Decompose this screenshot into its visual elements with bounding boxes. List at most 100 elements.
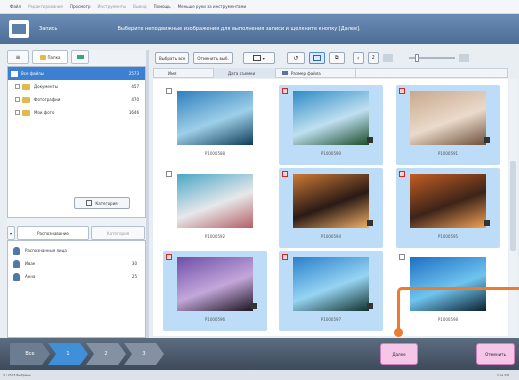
left-tab-row: ≡ Папка: [7, 50, 146, 66]
tree-item[interactable]: Мои фото 1646: [8, 106, 145, 119]
thumbnail-view-button[interactable]: [308, 52, 325, 64]
wizard-step-2: 2: [86, 343, 126, 365]
tab-category-label: Категория: [106, 230, 130, 236]
menu-item-3[interactable]: Инструменты: [98, 4, 127, 9]
tree-item-count: 457: [131, 84, 139, 89]
person-label: Иван: [25, 261, 36, 266]
menu-item-6[interactable]: Меньше руки за инструментами: [178, 4, 246, 9]
tree-item-label: Все файлы: [21, 71, 44, 76]
status-left: 3 / 2573 Выбраны: [3, 373, 31, 377]
expand-icon[interactable]: [15, 97, 20, 102]
expand-icon[interactable]: [15, 110, 20, 115]
person-icon: [13, 246, 20, 255]
thumbnail-item[interactable]: P1000592: [163, 168, 267, 248]
next-page-button[interactable]: 2: [367, 52, 379, 64]
menu-item-0[interactable]: Файл: [10, 4, 21, 9]
menu-item-5[interactable]: Помощь: [154, 4, 171, 9]
left-panel: ≡ Папка Все файлы 2573 Документы 457 Фотогра…: [7, 50, 146, 338]
menu-item-2[interactable]: Просмотр: [70, 4, 91, 9]
person-label: Анна: [25, 274, 36, 279]
person-item[interactable]: Анна 25: [8, 270, 145, 283]
folder-icon: [22, 96, 30, 103]
menu-item-4[interactable]: Вывод: [133, 4, 146, 9]
recording-window: Файл Редактирование Просмотр Инструменты Выв…: [0, 0, 519, 380]
instruction-text: Выберите неподвижные изображения для вып…: [117, 26, 361, 32]
thumbnail-item[interactable]: P1000590: [279, 85, 383, 165]
selected-mark-icon: [251, 303, 257, 309]
thumbnail-caption: P1000596: [204, 317, 226, 322]
select-checkbox[interactable]: [282, 88, 288, 94]
selected-mark-icon: [367, 137, 373, 143]
tab-folders[interactable]: Папка: [32, 50, 68, 64]
zoom-slider-handle[interactable]: [414, 54, 419, 62]
wizard-step-3: 3: [124, 343, 164, 365]
cancel-button[interactable]: Отменить: [476, 343, 515, 365]
tag-icon: [76, 55, 84, 59]
thumbnail-item[interactable]: P1000596: [163, 251, 267, 331]
scrollbar-thumb[interactable]: [510, 161, 516, 251]
sort-size-label: Размер файла: [291, 70, 321, 76]
number-icon: 2: [371, 55, 375, 61]
prev-button[interactable]: ‹: [352, 52, 364, 64]
collapse-toggle[interactable]: ▾: [7, 226, 15, 240]
photo: [293, 174, 369, 228]
tab-recognition[interactable]: Распознавание: [17, 226, 89, 240]
rotate-icon: ↺: [293, 54, 299, 62]
tab-category[interactable]: Категория: [91, 226, 145, 240]
select-checkbox[interactable]: [282, 254, 288, 260]
slider-small-icon: [382, 54, 393, 62]
people-tab-row: ▾ Распознавание Категория: [7, 226, 146, 240]
deselect-button[interactable]: Отменить выб.: [193, 52, 233, 64]
thumbnail-item[interactable]: P1000594: [279, 168, 383, 248]
sort-name[interactable]: Имя: [154, 68, 214, 78]
select-checkbox[interactable]: [166, 254, 172, 260]
photo: [410, 174, 486, 228]
photo: [177, 91, 253, 145]
next-button[interactable]: Далее: [380, 343, 418, 365]
select-all-button[interactable]: Выбрать все: [155, 52, 190, 64]
selected-mark-icon: [367, 303, 373, 309]
tree-item[interactable]: Все файлы 2573: [8, 67, 145, 80]
person-item[interactable]: Распознанные лица: [8, 244, 145, 257]
detail-view-button[interactable]: ⧉: [328, 52, 345, 64]
wizard-step-1: 1: [48, 343, 88, 365]
people-list: Распознанные лица Иван 30 Анна 25: [7, 240, 146, 338]
app-icon: [9, 20, 29, 38]
tab-recognition-label: Распознавание: [37, 230, 69, 236]
sort-size[interactable]: Размер файла: [276, 68, 356, 78]
wizard-step-0: Все: [10, 343, 50, 365]
tree-item-count: 470: [131, 97, 139, 102]
person-icon: [13, 259, 20, 268]
category-button[interactable]: Категория: [74, 197, 130, 209]
thumbnail-item[interactable]: P1000597: [279, 251, 383, 331]
expand-icon[interactable]: [15, 84, 20, 89]
thumbnail-item[interactable]: P1000591: [396, 85, 500, 165]
tab-extra[interactable]: [71, 50, 89, 64]
select-checkbox[interactable]: [166, 171, 172, 177]
menu-item-1[interactable]: Редактирование: [28, 4, 63, 9]
select-checkbox[interactable]: [399, 171, 405, 177]
tree-item[interactable]: Фотографии 470: [8, 93, 145, 106]
thumbnail-caption: P1000588: [204, 151, 226, 156]
person-item[interactable]: Иван 30: [8, 257, 145, 270]
select-checkbox[interactable]: [282, 171, 288, 177]
select-checkbox[interactable]: [399, 88, 405, 94]
rotate-button[interactable]: ↺: [286, 52, 305, 64]
chevron-left-icon: ‹: [357, 54, 360, 62]
select-checkbox[interactable]: [399, 254, 405, 260]
sort-size-icon: [282, 71, 288, 75]
zoom-slider[interactable]: [408, 54, 455, 62]
thumbnail-item[interactable]: P1000588: [163, 85, 267, 165]
folder-icon: [22, 83, 30, 90]
sort-date[interactable]: Дата съемки: [214, 68, 276, 78]
select-all-label: Выбрать все: [159, 55, 186, 61]
thumbnail-caption: P1000590: [320, 151, 342, 156]
tree-item[interactable]: Документы 457: [8, 80, 145, 93]
thumbnail-item[interactable]: P1000595: [396, 168, 500, 248]
panel-splitter[interactable]: [146, 50, 149, 338]
tree-view-toggle[interactable]: ≡: [7, 50, 29, 64]
select-checkbox[interactable]: [166, 88, 172, 94]
view-mode-dropdown[interactable]: ▾: [242, 52, 275, 64]
footer-bar: Далее Отменить Все 1 2 3: [0, 338, 519, 370]
all-files-icon: [11, 70, 18, 77]
